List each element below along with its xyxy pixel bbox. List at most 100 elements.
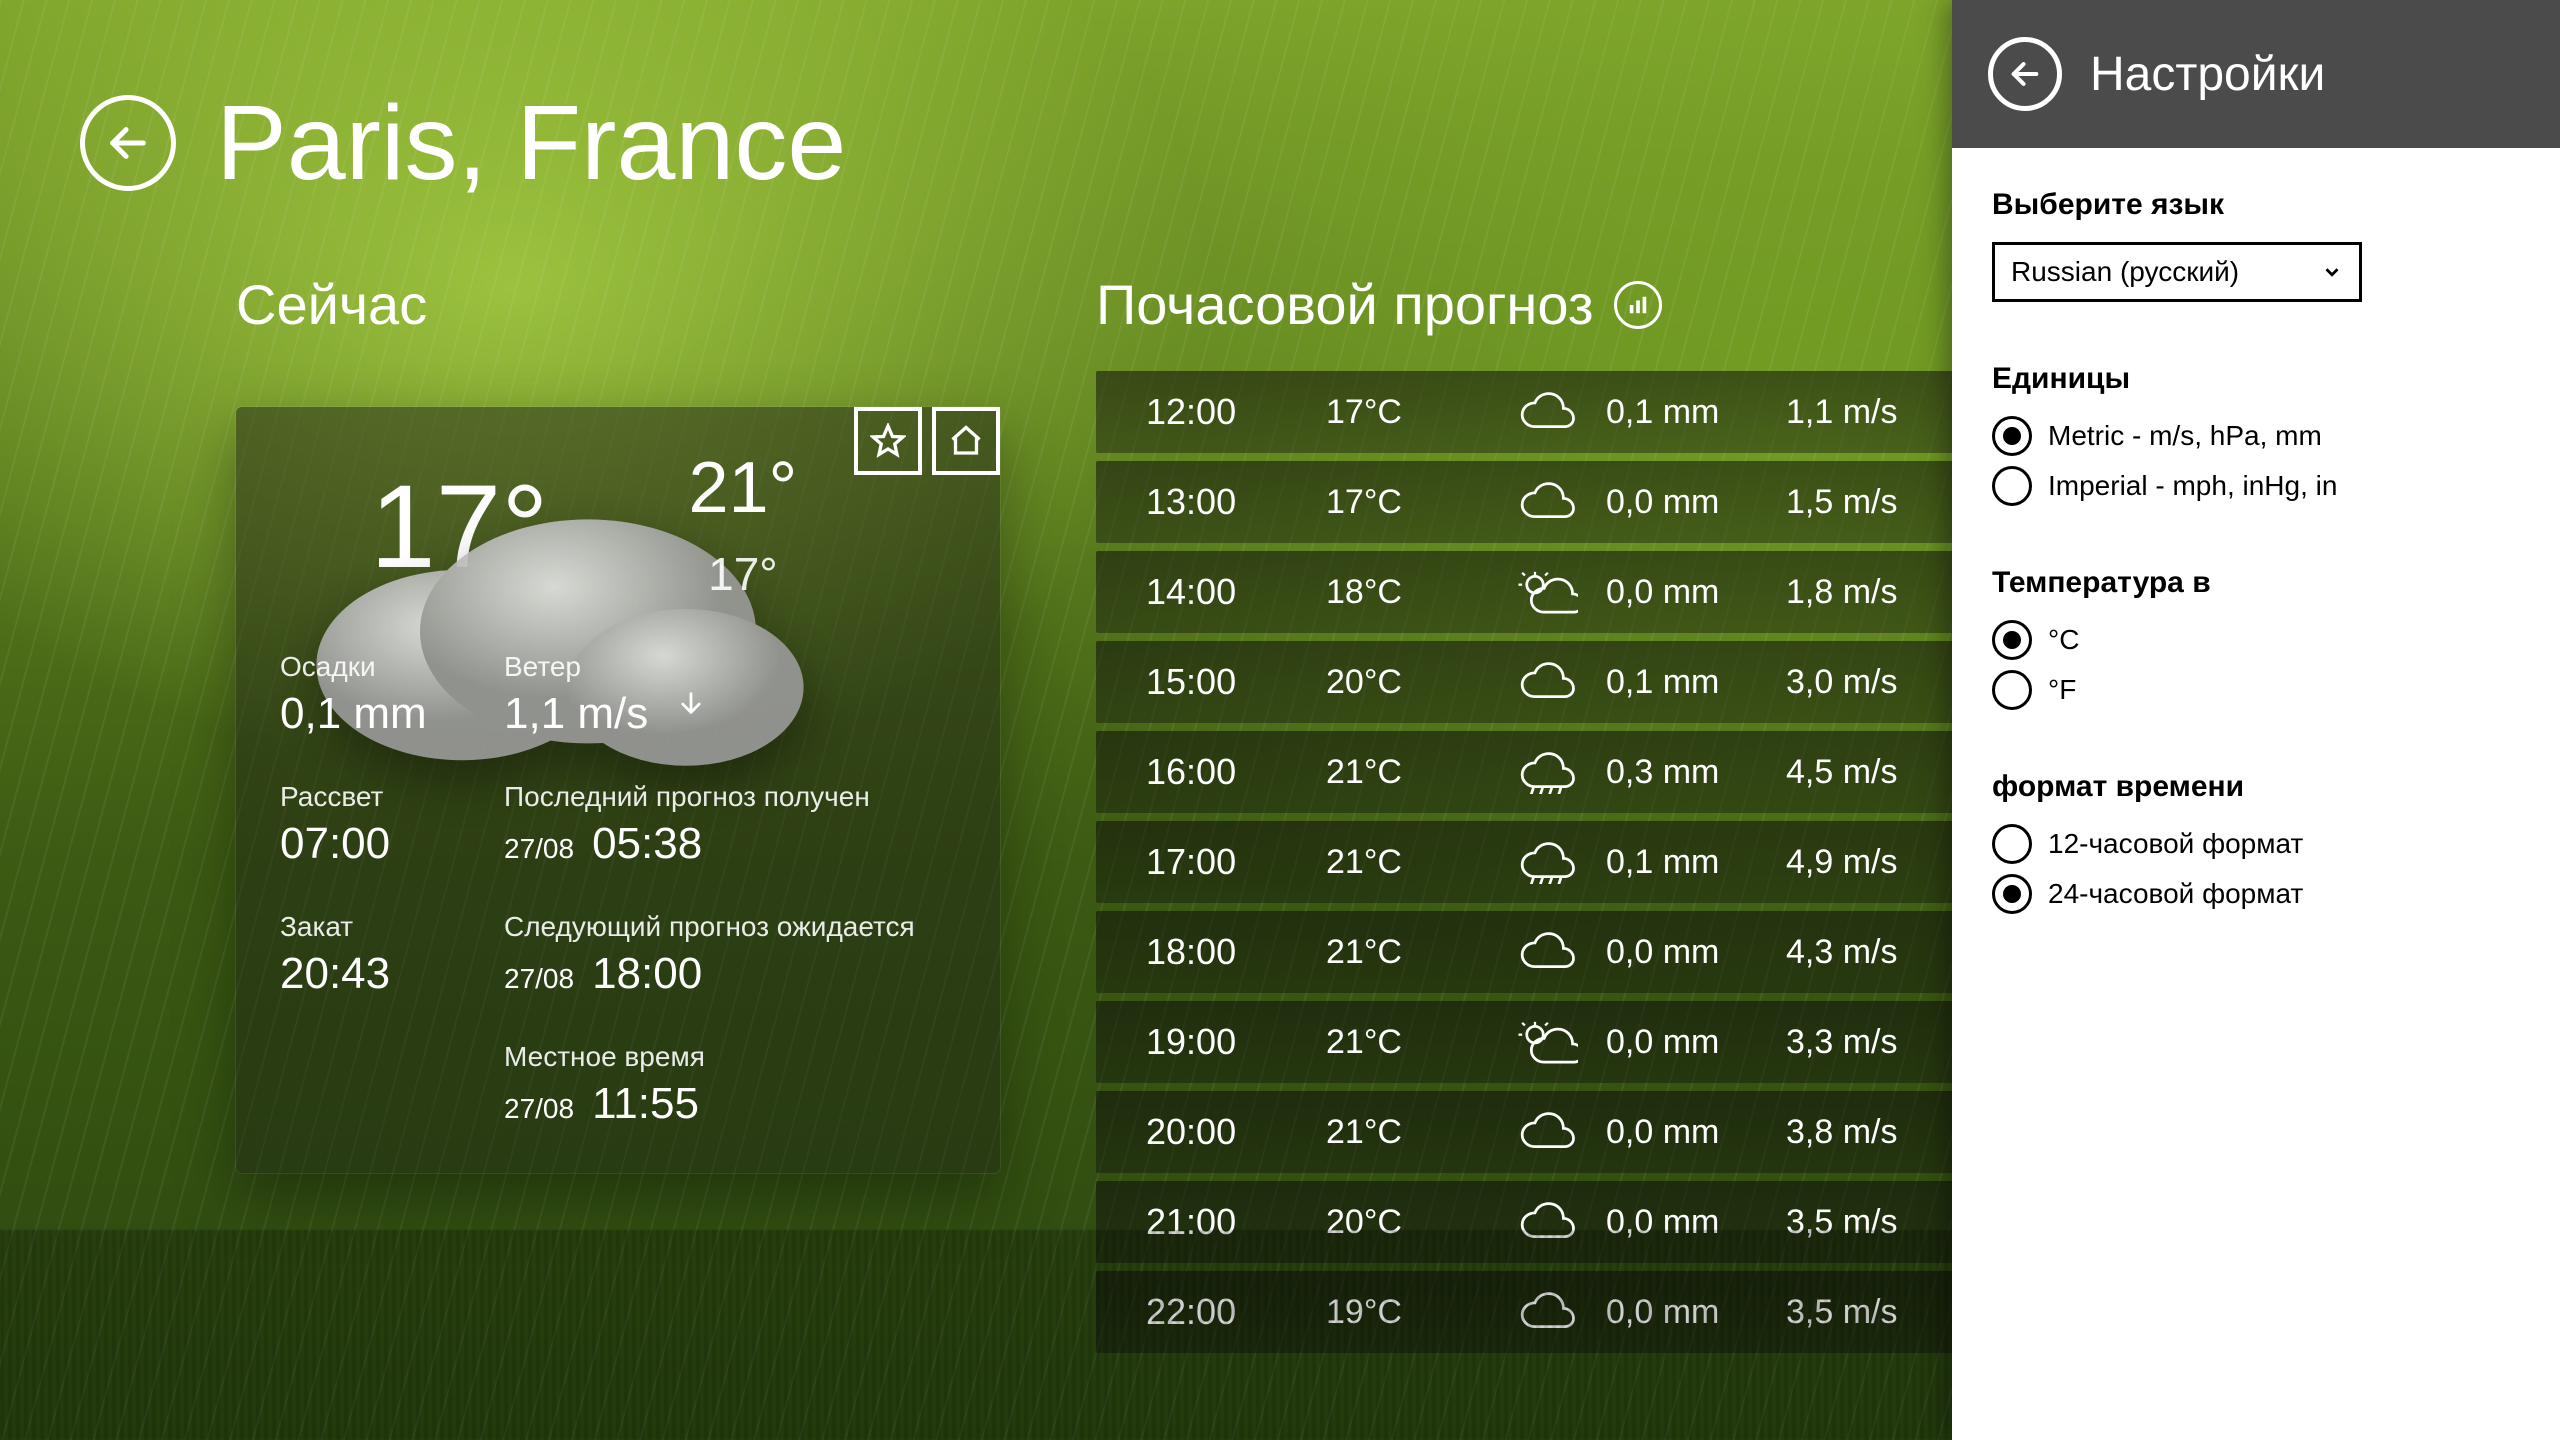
last-forecast-date: 27/08 <box>504 833 574 865</box>
weather-icon <box>1486 750 1606 794</box>
hourly-row[interactable]: 19:0021°C0,0 mm3,3 m/s <box>1096 1001 2028 1083</box>
home-icon <box>948 423 984 459</box>
time-24h-label: 24-часовой формат <box>2048 878 2303 910</box>
hourly-time: 15:00 <box>1146 661 1326 703</box>
units-label: Единицы <box>1992 362 2520 396</box>
hourly-precip: 0,0 mm <box>1606 1203 1786 1242</box>
hourly-row[interactable]: 14:0018°C0,0 mm1,8 m/s <box>1096 551 2028 633</box>
time-24h-radio[interactable]: 24-часовой формат <box>1992 874 2520 914</box>
last-forecast-value: 27/08 05:38 <box>504 819 960 869</box>
weather-icon <box>1486 1110 1606 1154</box>
hourly-time: 13:00 <box>1146 481 1326 523</box>
weather-icon <box>1486 480 1606 524</box>
hourly-time: 18:00 <box>1146 931 1326 973</box>
hourly-time: 22:00 <box>1146 1291 1326 1333</box>
settings-panel: Настройки Выберите язык Russian (русский… <box>1952 0 2560 1440</box>
hourly-row[interactable]: 17:0021°C0,1 mm4,9 m/s <box>1096 821 2028 903</box>
radio-dot-icon <box>1992 620 2032 660</box>
sunrise-value: 07:00 <box>280 819 480 869</box>
temperature-label: Температура в <box>1992 566 2520 600</box>
hourly-row[interactable]: 22:0019°C0,0 mm3,5 m/s <box>1096 1271 2028 1353</box>
low-temp: 17° <box>708 547 778 601</box>
weather-icon <box>1486 570 1606 614</box>
radio-dot-icon <box>1992 874 2032 914</box>
hourly-temp: 18°C <box>1326 573 1486 612</box>
hourly-wind: 3,0 m/s <box>1786 663 1956 702</box>
hourly-temp: 21°C <box>1326 753 1486 792</box>
hourly-wind: 1,5 m/s <box>1786 483 1956 522</box>
arrow-left-icon <box>105 120 151 166</box>
now-card: 17° 21° 17° Осадки 0,1 mm Ветер 1,1 m/s <box>236 407 1000 1173</box>
local-time: 11:55 <box>592 1079 699 1129</box>
hourly-row[interactable]: 13:0017°C0,0 mm1,5 m/s <box>1096 461 2028 543</box>
hourly-row[interactable]: 20:0021°C 0,0 mm3,8 m/s <box>1096 1091 2028 1173</box>
next-forecast-time: 18:00 <box>592 949 702 999</box>
page-title: Paris, France <box>216 90 846 196</box>
next-forecast-date: 27/08 <box>504 963 574 995</box>
hourly-wind: 1,1 m/s <box>1786 393 1956 432</box>
back-button[interactable] <box>80 95 176 191</box>
hourly-wind: 4,9 m/s <box>1786 843 1956 882</box>
weather-icon <box>1486 840 1606 884</box>
hourly-row[interactable]: 16:0021°C0,3 mm4,5 m/s <box>1096 731 2028 813</box>
last-forecast-time: 05:38 <box>592 819 702 869</box>
units-imperial-label: Imperial - mph, inHg, in <box>2048 470 2337 502</box>
last-forecast-label: Последний прогноз получен <box>504 781 960 813</box>
hourly-precip: 0,0 mm <box>1606 1293 1786 1332</box>
weather-icon <box>1486 660 1606 704</box>
hourly-time: 21:00 <box>1146 1201 1326 1243</box>
temp-fahrenheit-radio[interactable]: °F <box>1992 670 2520 710</box>
hourly-temp: 21°C <box>1326 1023 1486 1062</box>
weather-icon <box>1486 1200 1606 1244</box>
next-forecast-label: Следующий прогноз ожидается <box>504 911 960 943</box>
weather-icon <box>1486 1290 1606 1334</box>
wind-value-text: 1,1 m/s <box>504 689 648 739</box>
hourly-row[interactable]: 18:0021°C0,0 mm4,3 m/s <box>1096 911 2028 993</box>
hourly-precip: 0,0 mm <box>1606 1023 1786 1062</box>
hourly-wind: 3,5 m/s <box>1786 1203 1956 1242</box>
now-section-title: Сейчас <box>236 272 1000 337</box>
next-forecast-value: 27/08 18:00 <box>504 949 960 999</box>
chart-button[interactable] <box>1614 281 1662 329</box>
hourly-time: 20:00 <box>1146 1111 1326 1153</box>
hourly-precip: 0,0 mm <box>1606 1113 1786 1152</box>
hourly-precip: 0,3 mm <box>1606 753 1786 792</box>
language-select-value: Russian (русский) <box>2011 256 2239 288</box>
language-select[interactable]: Russian (русский) <box>1992 242 2362 302</box>
sunset-value: 20:43 <box>280 949 480 999</box>
local-time-label: Местное время <box>504 1041 960 1073</box>
hourly-precip: 0,0 mm <box>1606 933 1786 972</box>
temp-c-label: °C <box>2048 624 2079 656</box>
hourly-precip: 0,1 mm <box>1606 843 1786 882</box>
settings-title: Настройки <box>2090 47 2325 102</box>
hourly-precip: 0,1 mm <box>1606 393 1786 432</box>
time-12h-radio[interactable]: 12-часовой формат <box>1992 824 2520 864</box>
arrow-left-icon <box>2008 57 2042 91</box>
sunset-label: Закат <box>280 911 480 943</box>
temp-celsius-radio[interactable]: °C <box>1992 620 2520 660</box>
hourly-temp: 17°C <box>1326 483 1486 522</box>
time-12h-label: 12-часовой формат <box>2048 828 2303 860</box>
hourly-temp: 20°C <box>1326 1203 1486 1242</box>
wind-direction-icon <box>666 689 694 717</box>
hourly-wind: 3,8 m/s <box>1786 1113 1956 1152</box>
settings-back-button[interactable] <box>1988 37 2062 111</box>
weather-icon <box>1486 390 1606 434</box>
hourly-temp: 21°C <box>1326 1113 1486 1152</box>
radio-dot-icon <box>1992 670 2032 710</box>
radio-dot-icon <box>1992 824 2032 864</box>
hourly-row[interactable]: 21:0020°C 0,0 mm3,5 m/s <box>1096 1181 2028 1263</box>
units-metric-radio[interactable]: Metric - m/s, hPa, mm <box>1992 416 2520 456</box>
hourly-row[interactable]: 12:0017°C0,1 mm1,1 m/s <box>1096 371 2028 453</box>
units-imperial-radio[interactable]: Imperial - mph, inHg, in <box>1992 466 2520 506</box>
hourly-section: Почасовой прогноз 12:0017°C0,1 mm1,1 m/s… <box>1096 272 2028 1353</box>
hourly-row[interactable]: 15:0020°C0,1 mm3,0 m/s <box>1096 641 2028 723</box>
hourly-wind: 3,5 m/s <box>1786 1293 1956 1332</box>
local-date: 27/08 <box>504 1093 574 1125</box>
favorite-button[interactable] <box>854 407 922 475</box>
home-button[interactable] <box>932 407 1000 475</box>
hourly-wind: 4,3 m/s <box>1786 933 1956 972</box>
wind-value: 1,1 m/s <box>504 689 960 739</box>
now-section: Сейчас 17° 2 <box>236 272 1000 1353</box>
bar-chart-icon <box>1627 294 1649 316</box>
